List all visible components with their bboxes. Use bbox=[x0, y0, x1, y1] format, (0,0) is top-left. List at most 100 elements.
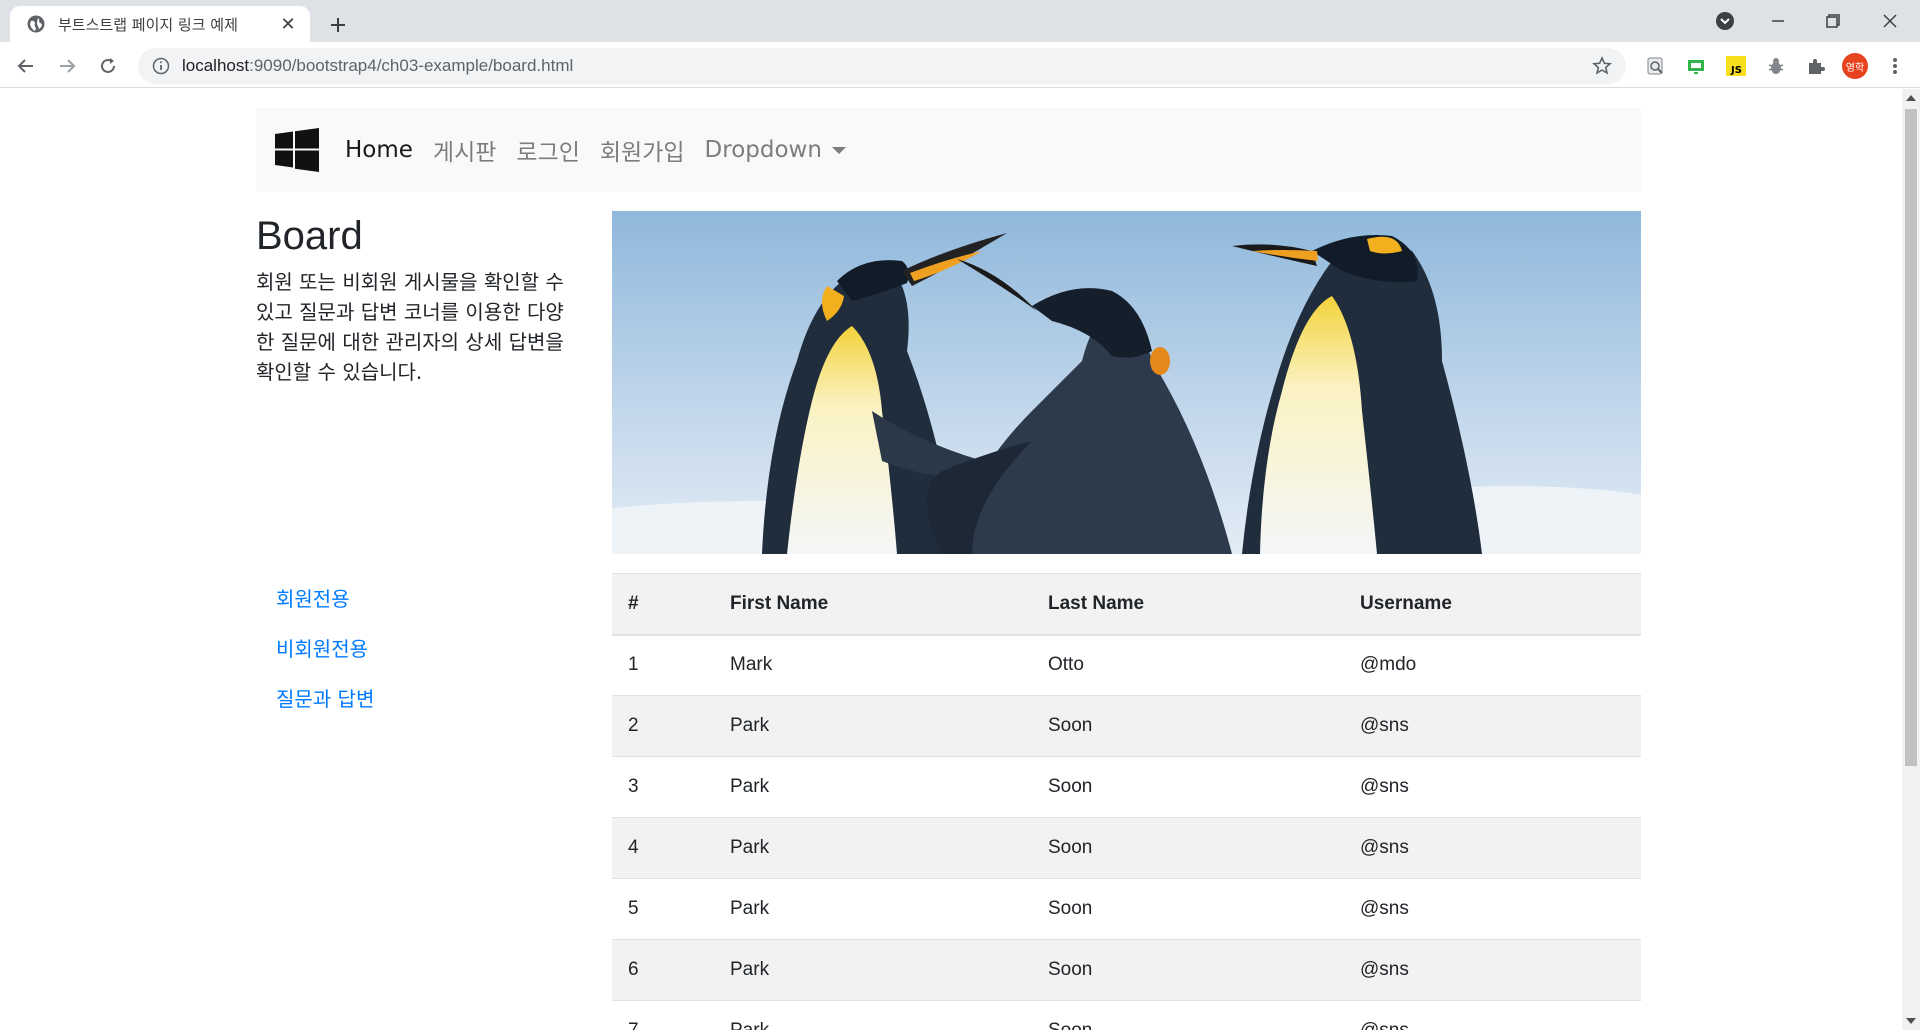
nav-login[interactable]: 로그인 bbox=[516, 133, 579, 167]
arrow-left-icon bbox=[17, 59, 33, 73]
screen-extension-icon bbox=[1688, 60, 1704, 74]
tab-search-button[interactable] bbox=[1695, 0, 1755, 42]
address-bar[interactable]: localhost:9090/bootstrap4/ch03-example/b… bbox=[138, 48, 1626, 84]
cell-number: 7 bbox=[612, 1000, 714, 1030]
table-row: 5 Park Soon @sns bbox=[612, 878, 1641, 940]
extension-js-icon[interactable]: JS bbox=[1724, 54, 1748, 78]
plus-icon bbox=[331, 18, 345, 32]
windows-logo-icon[interactable] bbox=[275, 128, 319, 172]
reload-icon bbox=[101, 58, 115, 73]
tab-title: 부트스트랩 페이지 링크 예제 bbox=[58, 15, 238, 34]
cell-last-name: Soon bbox=[1032, 1000, 1344, 1030]
url-host: localhost bbox=[182, 56, 250, 75]
side-nav: 회원전용 비회원전용 질문과 답변 bbox=[276, 584, 374, 734]
cell-first-name: Park bbox=[714, 695, 1032, 757]
scroll-up-arrow-icon[interactable] bbox=[1906, 95, 1916, 101]
page-viewport: Home 게시판 로그인 회원가입 Dropdown Board 회원 또는 비… bbox=[0, 89, 1902, 1030]
back-button[interactable] bbox=[10, 50, 42, 82]
cell-username: @mdo bbox=[1344, 634, 1641, 696]
header-last-name: Last Name bbox=[1032, 573, 1344, 636]
cell-number: 1 bbox=[612, 634, 714, 696]
restore-icon bbox=[1826, 14, 1840, 28]
profile-label: 영학 bbox=[1845, 62, 1865, 74]
cell-last-name: Soon bbox=[1032, 695, 1344, 757]
minimize-icon bbox=[1772, 20, 1784, 22]
javascript-extension-icon: JS bbox=[1726, 56, 1746, 76]
extension-magnifier-icon[interactable] bbox=[1644, 54, 1668, 78]
header-username: Username bbox=[1344, 573, 1641, 636]
forward-button[interactable] bbox=[51, 50, 83, 82]
cell-first-name: Park bbox=[714, 878, 1032, 940]
puzzle-icon bbox=[1809, 59, 1825, 74]
side-link-members[interactable]: 회원전용 bbox=[276, 584, 374, 634]
table-row: 1 Mark Otto @mdo bbox=[612, 634, 1641, 696]
cell-username: @sns bbox=[1344, 817, 1641, 879]
cell-last-name: Soon bbox=[1032, 817, 1344, 879]
cell-username: @sns bbox=[1344, 756, 1641, 818]
nav-dropdown-label: Dropdown bbox=[704, 137, 822, 163]
cell-last-name: Soon bbox=[1032, 939, 1344, 1001]
info-icon[interactable] bbox=[152, 57, 170, 75]
url-path: :9090/bootstrap4/ch03-example/board.html bbox=[249, 56, 574, 75]
cell-first-name: Park bbox=[714, 817, 1032, 879]
kebab-menu-icon bbox=[1893, 58, 1897, 74]
cell-first-name: Mark bbox=[714, 634, 1032, 696]
side-link-qna[interactable]: 질문과 답변 bbox=[276, 684, 374, 734]
page-scrollbar[interactable] bbox=[1902, 89, 1920, 1030]
cell-number: 2 bbox=[612, 695, 714, 757]
cell-username: @sns bbox=[1344, 878, 1641, 940]
scroll-thumb[interactable] bbox=[1905, 109, 1917, 766]
close-window-button[interactable] bbox=[1860, 0, 1920, 42]
reload-button[interactable] bbox=[92, 50, 124, 82]
side-link-guests[interactable]: 비회원전용 bbox=[276, 634, 374, 684]
browser-tab[interactable]: 부트스트랩 페이지 링크 예제 ✕ bbox=[10, 6, 310, 42]
extension-bug-icon[interactable] bbox=[1764, 54, 1788, 78]
tab-close-icon[interactable]: ✕ bbox=[278, 14, 298, 34]
extension-green-icon[interactable] bbox=[1684, 54, 1708, 78]
board-description: 회원 또는 비회원 게시물을 확인할 수 있고 질문과 답변 코너를 이용한 다… bbox=[256, 270, 564, 384]
avatar: 영학 bbox=[1842, 53, 1868, 79]
arrow-right-icon bbox=[60, 59, 76, 73]
cell-last-name: Otto bbox=[1032, 634, 1344, 696]
table-row: 3 Park Soon @sns bbox=[612, 756, 1641, 818]
cell-first-name: Park bbox=[714, 939, 1032, 1001]
cell-first-name: Park bbox=[714, 1000, 1032, 1030]
url-text: localhost:9090/bootstrap4/ch03-example/b… bbox=[182, 56, 573, 76]
restore-button[interactable] bbox=[1803, 0, 1863, 42]
table-row: 2 Park Soon @sns bbox=[612, 695, 1641, 757]
scroll-down-arrow-icon[interactable] bbox=[1906, 1018, 1916, 1024]
nav-dropdown[interactable]: Dropdown bbox=[705, 137, 846, 163]
cell-username: @sns bbox=[1344, 695, 1641, 757]
bookmark-star-icon[interactable] bbox=[1592, 56, 1612, 76]
top-navbar: Home 게시판 로그인 회원가입 Dropdown bbox=[256, 108, 1641, 192]
minimize-button[interactable] bbox=[1748, 0, 1808, 42]
close-icon bbox=[1883, 14, 1897, 28]
cell-last-name: Soon bbox=[1032, 756, 1344, 818]
cell-number: 6 bbox=[612, 939, 714, 1001]
browser-menu-button[interactable] bbox=[1883, 54, 1907, 78]
new-tab-button[interactable] bbox=[323, 10, 353, 40]
nav-board[interactable]: 게시판 bbox=[433, 133, 496, 167]
cell-username: @sns bbox=[1344, 1000, 1641, 1030]
magnifier-extension-icon bbox=[1647, 57, 1663, 75]
browser-tab-strip: 부트스트랩 페이지 링크 예제 ✕ bbox=[0, 0, 1920, 42]
globe-icon bbox=[27, 15, 45, 33]
cell-number: 3 bbox=[612, 756, 714, 818]
bug-extension-icon bbox=[1768, 58, 1784, 74]
table-row: 7 Park Soon @sns bbox=[612, 1000, 1641, 1030]
nav-home[interactable]: Home bbox=[345, 137, 413, 163]
cell-first-name: Park bbox=[714, 756, 1032, 818]
board-table: # First Name Last Name Username 1 Mark O… bbox=[612, 573, 1641, 1030]
cell-number: 5 bbox=[612, 878, 714, 940]
header-first-name: First Name bbox=[714, 573, 1032, 636]
svg-text:JS: JS bbox=[1730, 65, 1742, 76]
browser-toolbar: localhost:9090/bootstrap4/ch03-example/b… bbox=[0, 42, 1920, 88]
cell-number: 4 bbox=[612, 817, 714, 879]
cell-username: @sns bbox=[1344, 939, 1641, 1001]
extensions-button[interactable] bbox=[1804, 54, 1828, 78]
table-row: 6 Park Soon @sns bbox=[612, 939, 1641, 1001]
nav-signup[interactable]: 회원가입 bbox=[600, 133, 685, 167]
table-header-row: # First Name Last Name Username bbox=[612, 573, 1641, 636]
profile-button[interactable]: 영학 bbox=[1841, 52, 1869, 80]
page-title: Board bbox=[256, 214, 363, 258]
